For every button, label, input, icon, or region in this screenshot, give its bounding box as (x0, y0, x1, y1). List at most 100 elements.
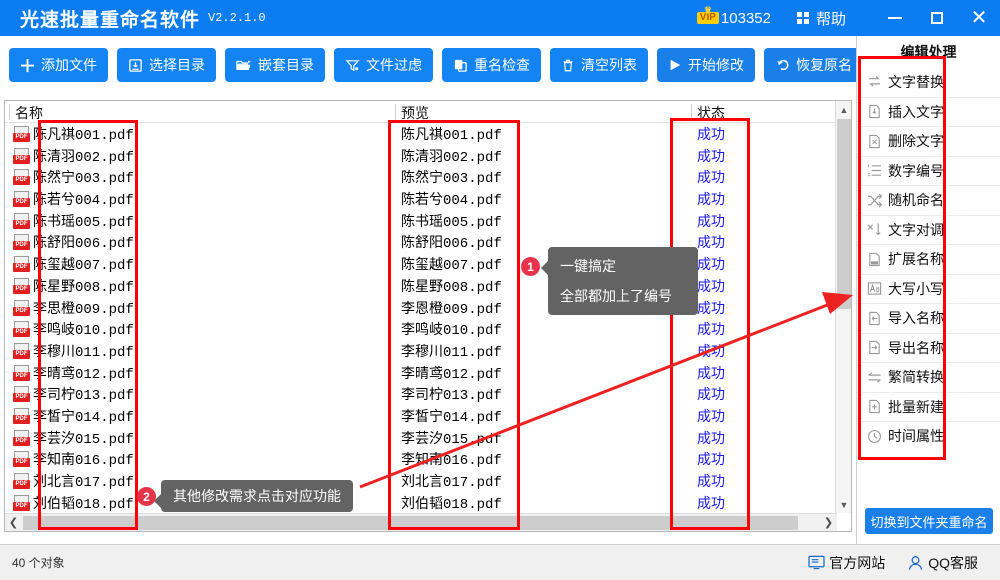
official-website-link[interactable]: 官方网站 (808, 553, 885, 573)
vertical-scroll-thumb[interactable] (837, 119, 851, 309)
pdf-file-icon: PDF (13, 234, 30, 251)
restore-name-button[interactable]: 恢复原名 (764, 48, 863, 82)
qq-support-link[interactable]: QQ客服 (907, 553, 978, 573)
cell-name: PDF 李晴鸢012.pdf (13, 363, 134, 383)
table-row[interactable]: PDF 李思橙009.pdf 李恩橙009.pdf 成功 (5, 297, 851, 319)
table-row[interactable]: PDF 李晴鸢012.pdf 李晴鸢012.pdf 成功 (5, 362, 851, 384)
edit-operation-shuffle[interactable]: 随机命名 (857, 185, 1000, 215)
horizontal-scrollbar[interactable]: ❮ ❯ (5, 513, 837, 531)
help-button[interactable]: 帮助 (796, 8, 846, 29)
vip-status[interactable]: ♕ VIP 103352 (696, 6, 771, 27)
table-row[interactable]: PDF 李司柠013.pdf 李司柠013.pdf 成功 (5, 383, 851, 405)
select-directory-button[interactable]: 选择目录 (117, 48, 216, 82)
edit-operation-file-add[interactable]: 批量新建 (857, 391, 1000, 422)
table-row[interactable]: PDF 李芸汐015.pdf 李芸汐015.pdf 成功 (5, 427, 851, 449)
edit-operation-file-delete[interactable]: 删除文字 (857, 126, 1000, 156)
table-row[interactable]: PDF 陈星野008.pdf 陈星野008.pdf 成功 (5, 275, 851, 297)
cell-status: 成功 (697, 364, 725, 381)
clear-list-button[interactable]: 清空列表 (550, 48, 648, 82)
cell-status: 成功 (697, 147, 725, 164)
duplicate-check-button[interactable]: 重名检查 (442, 48, 541, 82)
file-name-text: 陈然宁003.pdf (33, 171, 134, 188)
cell-name: PDF 刘伯韬018.pdf (13, 493, 134, 513)
table-row[interactable]: PDF 李知南016.pdf 李知南016.pdf 成功 (5, 448, 851, 470)
pdf-file-icon: PDF (13, 473, 30, 489)
cell-preview: 陈书瑶005.pdf (401, 214, 502, 231)
edit-operation-number-list[interactable]: 数字编号 (857, 155, 1000, 186)
edit-operation-file-ext[interactable]: 扩展名称 (857, 244, 1000, 274)
file-name-text: 陈星野008.pdf (33, 279, 134, 296)
pdf-file-icon: PDF (13, 321, 30, 338)
table-row[interactable]: PDF 陈书瑶005.pdf 陈书瑶005.pdf 成功 (5, 210, 851, 232)
duplicate-check-label: 重名检查 (474, 57, 530, 73)
cell-status: 成功 (697, 277, 725, 294)
edit-operation-swap-down[interactable]: 文字对调 (857, 214, 1000, 245)
official-website-label: 官方网站 (829, 554, 886, 571)
scroll-down-icon[interactable]: ▼ (836, 496, 852, 513)
file-delete-icon (866, 133, 883, 150)
column-header-preview[interactable]: 预览 (401, 103, 429, 123)
scroll-up-icon[interactable]: ▲ (836, 101, 852, 118)
edit-operation-export[interactable]: 导出名称 (857, 332, 1000, 363)
maximize-button[interactable] (916, 0, 958, 36)
file-ext-icon (866, 251, 883, 268)
edit-operation-import[interactable]: 导入名称 (857, 303, 1000, 333)
folder-open-icon (236, 59, 251, 70)
table-row[interactable]: PDF 陈舒阳006.pdf 陈舒阳006.pdf 成功 (5, 231, 851, 253)
table-row[interactable]: PDF 李穆川011.pdf 李穆川011.pdf 成功 (5, 340, 851, 362)
table-row[interactable]: PDF 李皙宁014.pdf 李皙宁014.pdf 成功 (5, 405, 851, 427)
cell-preview: 刘北言017.pdf (401, 475, 502, 491)
scroll-right-icon[interactable]: ❯ (820, 514, 837, 531)
table-row[interactable]: PDF 陈若兮004.pdf 陈若兮004.pdf 成功 (5, 188, 851, 210)
number-list-icon (866, 162, 883, 179)
column-header-status[interactable]: 状态 (697, 103, 725, 123)
close-icon: ✕ (970, 7, 988, 29)
app-title: 光速批量重命名软件 (20, 9, 201, 31)
qq-support-label: QQ客服 (928, 554, 978, 571)
horizontal-scroll-thumb[interactable] (23, 516, 798, 530)
cell-preview: 陈星野008.pdf (401, 279, 502, 296)
cell-preview: 陈舒阳006.pdf (401, 236, 502, 253)
vertical-scrollbar[interactable]: ▲ ▼ (835, 101, 851, 513)
edit-operation-label: 时间属性 (888, 428, 944, 445)
column-header-name[interactable]: 名称 (15, 103, 43, 123)
object-count-label: 40 个对象 (12, 556, 65, 570)
plus-icon (20, 58, 35, 72)
start-rename-button[interactable]: 开始修改 (657, 48, 755, 82)
start-rename-label: 开始修改 (688, 57, 744, 73)
cell-name: PDF 陈凡祺001.pdf (13, 124, 134, 144)
file-rows[interactable]: PDF 陈凡祺001.pdf 陈凡祺001.pdf 成功 PDF 陈清羽002.pdf 陈清… (5, 123, 851, 513)
cell-preview: 陈凡祺001.pdf (401, 128, 502, 144)
table-row[interactable]: PDF 刘北言017.pdf 刘北言017.pdf 成功 (5, 470, 851, 492)
edit-operation-case[interactable]: 大写小写 (857, 273, 1000, 304)
pdf-file-icon: PDF (13, 342, 30, 359)
table-row[interactable]: PDF 李鸣岐010.pdf 李鸣岐010.pdf 成功 (5, 318, 851, 340)
edit-operation-swap[interactable]: 文字替换 (857, 67, 1000, 97)
convert-icon (866, 369, 883, 386)
close-button[interactable]: ✕ (958, 0, 1000, 36)
edit-operation-label: 插入文字 (888, 103, 944, 120)
file-insert-icon (866, 103, 883, 120)
edit-operation-clock[interactable]: 时间属性 (857, 421, 1000, 451)
export-icon (866, 339, 883, 356)
switch-to-folder-rename-button[interactable]: 切换到文件夹重命名 (865, 508, 993, 534)
table-row[interactable]: PDF 刘伯韬018.pdf 刘伯韬018.pdf 成功 (5, 492, 851, 513)
table-row[interactable]: PDF 陈凡祺001.pdf 陈凡祺001.pdf 成功 (5, 123, 851, 145)
minimize-button[interactable] (874, 0, 916, 36)
scroll-left-icon[interactable]: ❮ (5, 514, 22, 531)
file-filter-label: 文件过虑 (366, 57, 422, 73)
cell-status: 成功 (697, 126, 725, 142)
table-row[interactable]: PDF 陈清羽002.pdf 陈清羽002.pdf 成功 (5, 145, 851, 167)
add-file-button[interactable]: 添加文件 (9, 48, 108, 82)
edit-operation-file-insert[interactable]: 插入文字 (857, 96, 1000, 127)
edit-operations-panel: 编辑处理 文字替换 插入文字 删除文字 数字编号 随机命名 文字对调 扩展名称 大写小写 导入名… (856, 36, 1000, 544)
cell-status: 成功 (697, 234, 725, 251)
file-filter-button[interactable]: 文件过虑 (334, 48, 433, 82)
edit-operations-list: 文字替换插入文字删除文字 数字编号 随机命名 文字对调 扩展名称 大写小写 导入名称 导出名称… (857, 67, 1000, 451)
nested-directory-button[interactable]: 嵌套目录 (225, 48, 325, 82)
table-row[interactable]: PDF 陈然宁003.pdf 陈然宁003.pdf 成功 (5, 166, 851, 188)
cell-name: PDF 陈玺越007.pdf (13, 254, 134, 274)
table-row[interactable]: PDF 陈玺越007.pdf 陈玺越007.pdf 成功 (5, 253, 851, 275)
edit-operation-convert[interactable]: 繁简转换 (857, 362, 1000, 392)
file-name-text: 陈若兮004.pdf (33, 193, 134, 210)
